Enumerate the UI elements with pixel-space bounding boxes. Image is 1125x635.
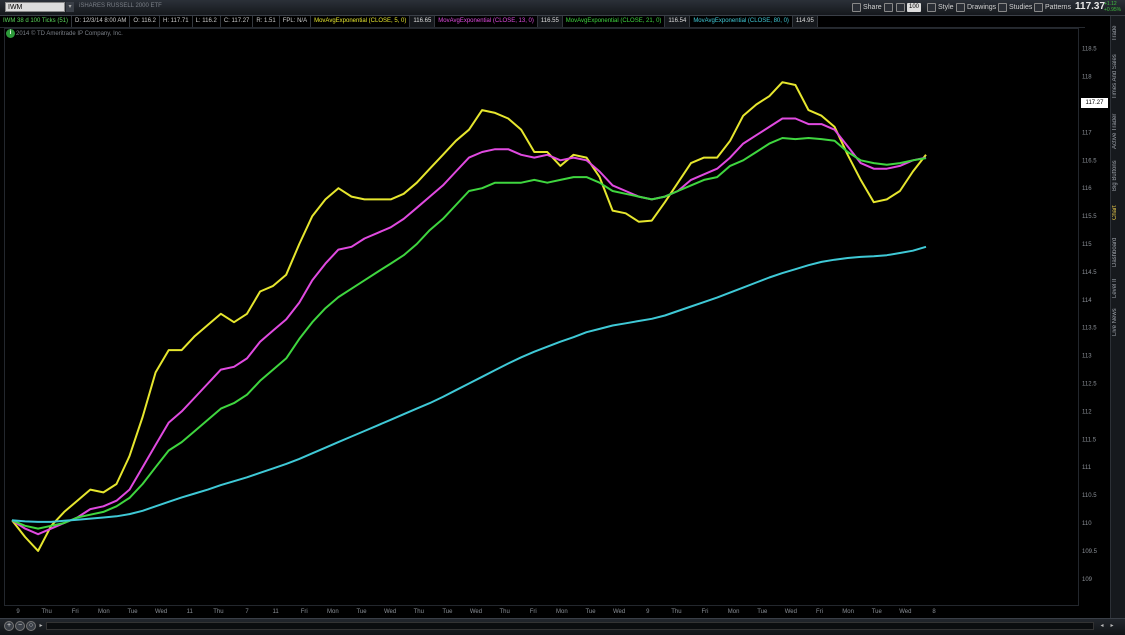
y-tick-label: 114.5 [1082,270,1097,276]
x-tick-label: Wed [155,609,167,615]
x-tick-label: Fri [530,609,537,615]
x-tick-label: Wed [613,609,625,615]
x-tick-label: Wed [384,609,396,615]
scroll-right-icon[interactable]: ▸ [1108,622,1116,630]
y-tick-label: 109.5 [1082,549,1098,555]
x-tick-label: Thu [499,609,509,615]
y-tick-label: 115 [1082,242,1092,248]
pointer-icon[interactable]: ▸ [37,622,45,630]
x-tick-label: Tue [585,609,596,615]
bottom-toolbar: + − ○ ▸ ◂ ▸ [0,618,1125,635]
x-tick-label: Fri [702,609,709,615]
x-tick-label: Tue [442,609,453,615]
y-tick-label: 118 [1082,75,1092,81]
x-tick-label: Tue [127,609,138,615]
y-tick-label: 113.5 [1082,326,1097,332]
y-tick-label: 116 [1082,186,1092,192]
x-tick-label: Mon [556,609,568,615]
x-tick-label: Thu [414,609,424,615]
time-scrollbar[interactable] [46,622,1094,630]
y-tick-label: 110 [1082,521,1092,527]
x-tick-label: Wed [899,609,911,615]
x-tick-label: Tue [757,609,768,615]
x-tick-label: Tue [872,609,883,615]
x-tick-label: 11 [273,609,280,615]
y-tick-label: 114 [1082,298,1092,304]
side-tab-trade[interactable]: Trade [1112,20,1123,46]
x-tick-label: Wed [785,609,797,615]
x-tick-label: 11 [187,609,194,615]
y-tick-label: 109 [1082,577,1093,583]
y-tick-label: 117 [1082,130,1092,136]
x-tick-label: Mon [728,609,740,615]
scroll-left-icon[interactable]: ◂ [1098,622,1106,630]
x-tick-label: Mon [842,609,854,615]
x-tick-label: Fri [301,609,308,615]
y-tick-label: 111 [1082,465,1092,471]
x-tick-label: Wed [470,609,482,615]
side-tab-level-ii[interactable]: Level II [1112,276,1123,300]
magnifier-icon[interactable]: ○ [26,621,36,631]
x-tick-label: 9 [646,609,650,615]
series-line-1[interactable] [11,81,927,552]
x-tick-label: Mon [98,609,110,615]
x-tick-label: Fri [72,609,79,615]
x-tick-label: Tue [356,609,367,615]
x-tick-label: 9 [16,609,20,615]
x-tick-label: Thu [41,609,51,615]
side-tab-big-buttons[interactable]: Big Buttons [1112,158,1123,194]
series-line-2[interactable] [11,117,927,536]
y-tick-label: 112.5 [1082,382,1097,388]
y-tick-label: 111.5 [1082,437,1097,443]
side-tab-dashboard[interactable]: Dashboard [1112,232,1123,272]
x-tick-label: 8 [932,609,936,615]
y-tick-label: 116.5 [1082,158,1097,164]
x-tick-label: Mon [327,609,339,615]
x-tick-label: 7 [245,609,249,615]
price-chart[interactable]: 109 109.5 110 110.5 111 111.5 112 112.5 113 113.5… [0,0,1110,618]
current-price-tag: 117.27 [1081,98,1108,108]
series-line-4[interactable] [11,245,927,523]
side-tab-live-news[interactable]: Live News [1112,304,1123,340]
y-tick-label: 118.5 [1082,47,1097,53]
y-tick-label: 115.5 [1082,214,1097,220]
side-tab-active-trader[interactable]: Active Trader [1112,108,1123,154]
x-tick-label: Thu [213,609,223,615]
side-tab-chart[interactable]: Chart [1112,198,1123,228]
zoom-in-icon[interactable]: + [4,621,14,631]
y-tick-label: 113 [1082,354,1092,360]
y-tick-label: 110.5 [1082,493,1097,499]
series-line-3[interactable] [11,137,927,530]
side-tab-times-and-sales[interactable]: Times And Sales [1112,50,1123,104]
x-tick-label: Thu [671,609,681,615]
x-tick-label: Fri [816,609,823,615]
y-tick-label: 112 [1082,409,1092,415]
zoom-out-icon[interactable]: − [15,621,25,631]
